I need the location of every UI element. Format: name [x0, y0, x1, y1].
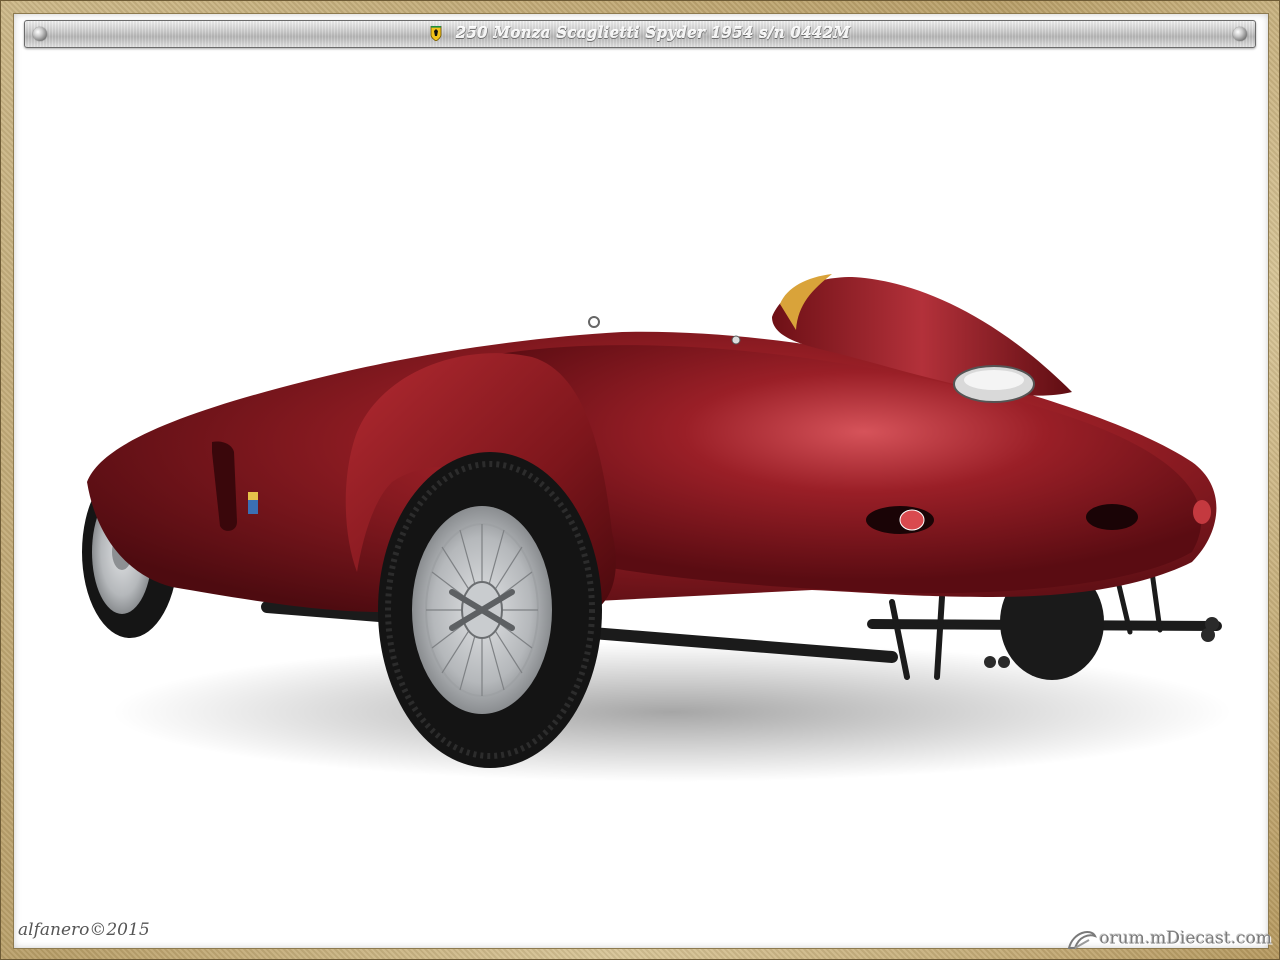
watermark-text: orum.mDiecast.com [1099, 928, 1272, 949]
title-bar: 250 Monza Scaglietti Spyder 1954 s/n 044… [24, 20, 1256, 48]
rear-wheel-near [378, 452, 602, 768]
car-photo [82, 274, 1232, 782]
photo-credit: alfanero©2015 [18, 920, 150, 940]
mirror [588, 316, 600, 328]
forum-logo-icon [1068, 931, 1098, 949]
prancing-horse-shield-icon [430, 25, 442, 41]
page-title: 250 Monza Scaglietti Spyder 1954 s/n 044… [455, 24, 851, 43]
title-wrap: 250 Monza Scaglietti Spyder 1954 s/n 044… [25, 24, 1255, 42]
fuel-cap [953, 365, 1035, 403]
site-watermark: orum.mDiecast.com [1067, 928, 1272, 950]
